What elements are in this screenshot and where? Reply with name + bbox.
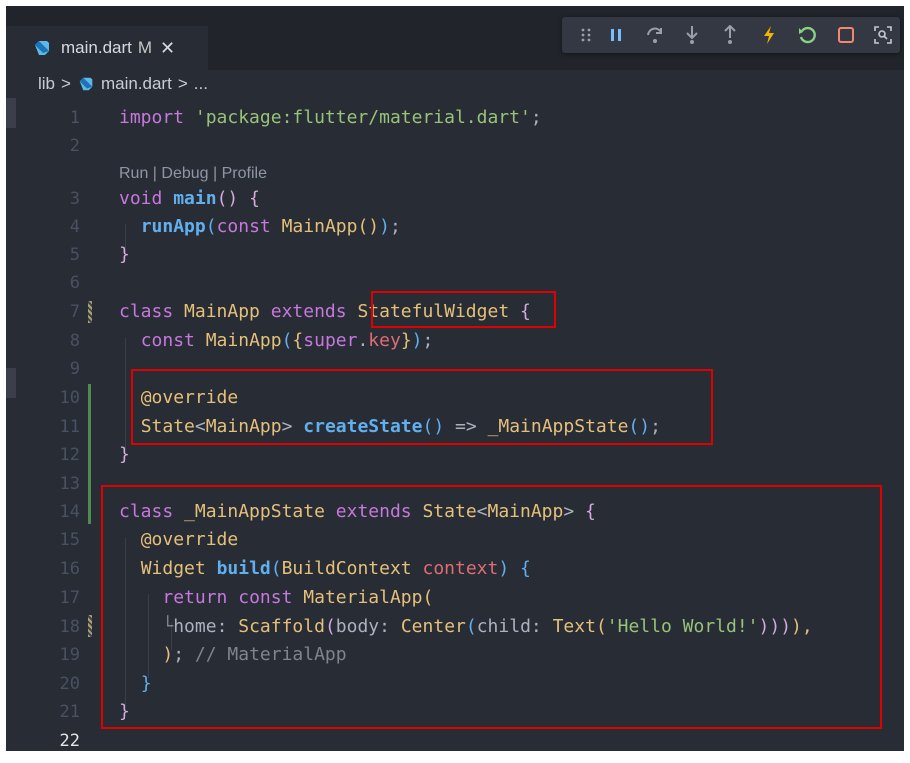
breadcrumb: lib > main.dart > ... <box>6 70 904 98</box>
highlight-box-createstate <box>131 369 713 445</box>
debug-toolbar <box>562 17 900 53</box>
hot-restart-icon[interactable] <box>795 17 819 53</box>
tab-bar: main.dart M ✕ <box>6 6 904 70</box>
code-editor: main.dart M ✕ lib > main.dart > ... 1 im… <box>6 6 904 751</box>
line-number: 20 <box>59 674 80 694</box>
drag-handle-icon[interactable] <box>574 17 598 53</box>
highlight-box-statefulwidget <box>371 291 556 328</box>
line-number: 8 <box>69 331 80 351</box>
line-number: 22 <box>59 731 80 751</box>
line-number: 18 <box>59 617 80 637</box>
code-lens-profile[interactable]: Profile <box>222 165 267 182</box>
hot-reload-icon[interactable] <box>757 17 781 53</box>
stop-icon[interactable] <box>834 17 858 53</box>
tab-main-dart[interactable]: main.dart M ✕ <box>6 26 208 70</box>
close-icon[interactable]: ✕ <box>160 38 175 59</box>
step-into-icon[interactable] <box>680 17 704 53</box>
line-number: 10 <box>59 388 80 408</box>
dart-file-icon <box>79 77 93 91</box>
code-line-current: 22 <box>6 727 904 751</box>
breadcrumb-file[interactable]: main.dart <box>101 74 172 94</box>
line-number: 13 <box>59 474 80 494</box>
line-number: 21 <box>59 702 80 722</box>
pause-icon[interactable] <box>604 17 628 53</box>
line-number: 4 <box>69 217 80 237</box>
code-line: 4 runApp(const MainApp()); <box>6 213 904 241</box>
code-line: 5 } <box>6 241 904 269</box>
tab-modified-badge: M <box>137 38 153 57</box>
line-number: 17 <box>59 588 80 608</box>
step-out-icon[interactable] <box>718 17 742 53</box>
code-line: 3 void main() { <box>6 185 904 213</box>
line-number: 5 <box>69 245 80 265</box>
line-number: 15 <box>59 530 80 550</box>
line-number: 14 <box>59 502 80 522</box>
highlight-box-state-class <box>101 485 882 729</box>
code-line: 8 const MainApp({super.key}); <box>6 327 904 355</box>
line-number: 1 <box>69 108 80 128</box>
step-over-icon[interactable] <box>643 17 667 53</box>
dart-file-icon <box>35 41 49 55</box>
line-number: 11 <box>59 417 80 437</box>
chevron-right-icon: > <box>177 74 188 93</box>
code-line: 1 import 'package:flutter/material.dart'… <box>6 104 904 132</box>
line-number: 16 <box>59 559 80 579</box>
line-number: 12 <box>59 445 80 465</box>
code-lens: Run | Debug | Profile <box>119 165 267 182</box>
code-lens-debug[interactable]: Debug <box>161 165 208 182</box>
chevron-right-icon: > <box>61 74 71 93</box>
line-number: 3 <box>69 189 80 209</box>
breadcrumb-folder[interactable]: lib <box>38 74 55 94</box>
code-lens-run[interactable]: Run <box>119 165 148 182</box>
code-line: 2 <box>6 132 904 160</box>
line-number: 9 <box>69 359 80 379</box>
breadcrumb-trail[interactable]: ... <box>194 74 208 94</box>
code-line: 12 } <box>6 441 904 469</box>
line-number: 19 <box>59 645 80 665</box>
line-number: 6 <box>69 273 80 293</box>
tab-file-name: main.dart <box>61 38 132 57</box>
line-number: 2 <box>69 136 80 156</box>
inspector-icon[interactable] <box>871 17 895 53</box>
line-number: 7 <box>69 302 80 322</box>
